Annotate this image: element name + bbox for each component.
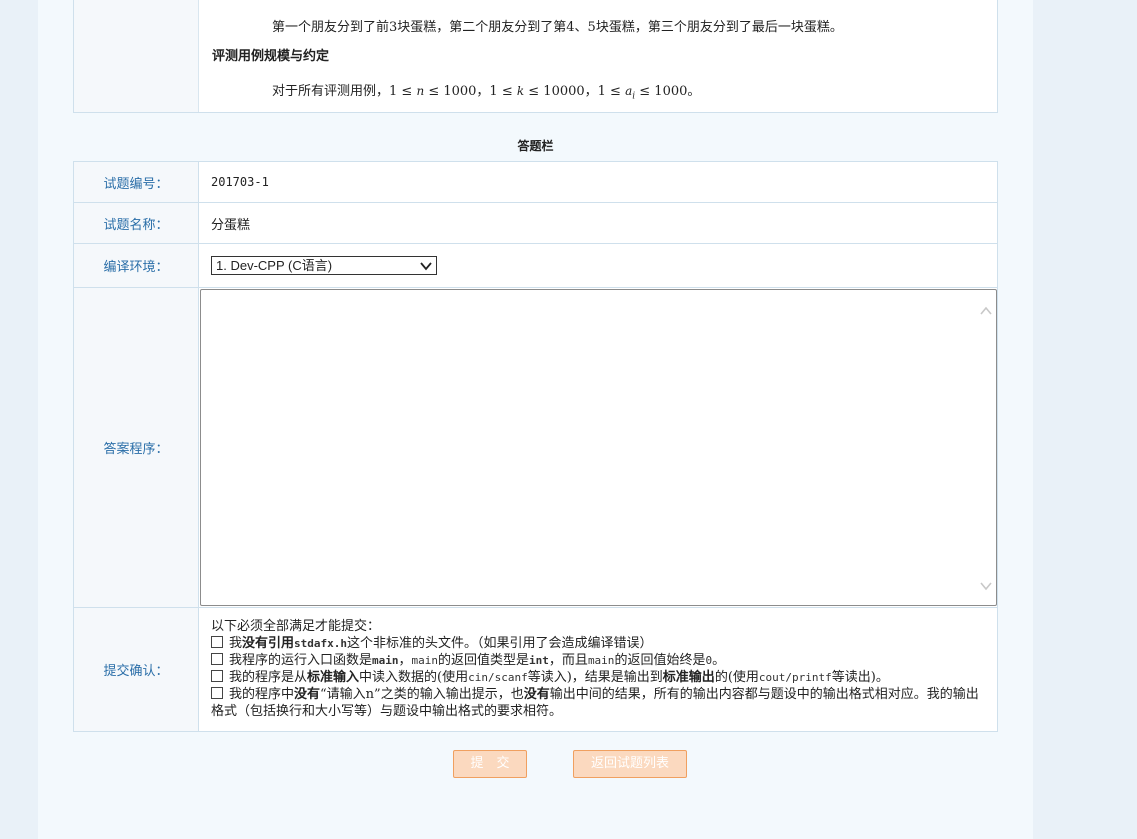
c2-t10: 。: [712, 653, 726, 668]
c2-t3: main: [411, 654, 439, 667]
c4-t3: 没有: [523, 687, 550, 702]
scroll-down-icon[interactable]: [980, 581, 992, 591]
confirm-list: 以下必须全部满足才能提交： 我没有引用stdafx.h这个非标准的头文件。（如果…: [199, 608, 997, 720]
scale-prefix: 对于所有评测用例，: [272, 84, 390, 99]
c2-t1: main: [372, 654, 399, 667]
compiler-label: 编译环境：: [73, 243, 199, 288]
c3-t0: 我的程序是从: [229, 670, 308, 685]
confirm-item-1: 我没有引用stdafx.h这个非标准的头文件。（如果引用了会造成编译错误）: [211, 635, 985, 652]
row-problem-id: 试题编号： 201703-1: [73, 161, 998, 203]
c1-t1: 没有引用: [242, 636, 295, 651]
confirm-cell: 以下必须全部满足才能提交： 我没有引用stdafx.h这个非标准的头文件。（如果…: [198, 607, 998, 732]
submit-button[interactable]: 提 交: [453, 750, 527, 778]
row-compiler: 编译环境： 1. Dev-CPP (C语言): [73, 243, 998, 288]
problem-id-label: 试题编号：: [73, 161, 199, 203]
c3-t8: 等读出)。: [831, 670, 889, 685]
c2-t0: 我程序的运行入口函数是: [229, 653, 373, 668]
c3-t6: 的(使用: [714, 670, 759, 685]
c4-t0: 我的程序中: [229, 687, 295, 702]
checkbox-std-io[interactable]: [211, 670, 223, 682]
c1-t0: 我: [229, 636, 243, 651]
code-label: 答案程序：: [73, 287, 199, 608]
compiler-selected: 1. Dev-CPP (C语言): [216, 258, 333, 273]
scale-text: 对于所有评测用例，1 ≤ n ≤ 1000，1 ≤ k ≤ 10000，1 ≤ …: [272, 80, 700, 102]
back-to-list-button[interactable]: 返回试题列表: [573, 750, 687, 778]
c1-t2: stdafx.h: [294, 637, 348, 650]
confirm-item-2: 我程序的运行入口函数是main，main的返回值类型是int，而且main的返回…: [211, 652, 985, 669]
scroll-up-icon[interactable]: [980, 306, 992, 316]
compiler-select[interactable]: 1. Dev-CPP (C语言): [211, 256, 437, 275]
c2-t4: 的返回值类型是: [438, 653, 530, 668]
scale-c2: ≤ 1000，1 ≤: [424, 84, 517, 99]
answer-section-title: 答题栏: [517, 139, 554, 153]
c4-t2: “请输入n”之类的输入输出提示，也: [320, 687, 524, 702]
checkbox-no-stdafx[interactable]: [211, 636, 223, 648]
scale-heading: 评测用例规模与约定: [212, 49, 330, 64]
c3-t1: 标准输入: [307, 670, 360, 685]
scale-c3: ≤ 10000，1 ≤: [524, 84, 626, 99]
problem-name-label: 试题名称：: [73, 202, 199, 244]
c4-t1: 没有: [294, 687, 321, 702]
c3-t7: cout/printf: [758, 671, 832, 684]
c3-t5: 标准输出: [662, 670, 715, 685]
confirm-item-3: 我的程序是从标准输入中读入数据的(使用cin/scanf等读入)，结果是输出到标…: [211, 669, 985, 686]
c2-t8: 的返回值始终是: [614, 653, 706, 668]
example-explanation: 第一个朋友分到了前3块蛋糕，第二个朋友分到了第4、5块蛋糕，第三个朋友分到了最后…: [272, 20, 843, 35]
answer-form: 试题编号： 201703-1 试题名称： 分蛋糕 编译环境： 1. Dev-CP…: [73, 161, 998, 732]
chevron-down-icon: [420, 262, 432, 271]
code-cell: [198, 287, 998, 608]
scale-c4: ≤ 1000。: [635, 84, 701, 99]
desc-content: 第一个朋友分到了前3块蛋糕，第二个朋友分到了第4、5块蛋糕，第三个朋友分到了最后…: [200, 0, 997, 112]
desc-label-column: [74, 0, 199, 112]
problem-id-value: 201703-1: [198, 161, 998, 203]
row-problem-name: 试题名称： 分蛋糕: [73, 202, 998, 244]
confirm-item-4: 我的程序中没有“请输入n”之类的输入输出提示，也没有输出中间的结果，所有的输出内…: [211, 686, 985, 720]
page-panel: 第一个朋友分到了前3块蛋糕，第二个朋友分到了第4、5块蛋糕，第三个朋友分到了最后…: [38, 0, 1033, 839]
c3-t4: 等读入)，结果是输出到: [527, 670, 663, 685]
checkbox-main-entry[interactable]: [211, 653, 223, 665]
confirm-label: 提交确认：: [73, 607, 199, 732]
c3-t2: 中读入数据的(使用: [359, 670, 469, 685]
code-textarea[interactable]: [200, 289, 997, 606]
problem-description: 第一个朋友分到了前3块蛋糕，第二个朋友分到了第4、5块蛋糕，第三个朋友分到了最后…: [73, 0, 998, 113]
row-confirm: 提交确认： 以下必须全部满足才能提交： 我没有引用stdafx.h这个非标准的头…: [73, 607, 998, 732]
scale-c1: 1 ≤: [389, 84, 417, 99]
c2-t2: ，: [398, 653, 412, 668]
row-code: 答案程序：: [73, 287, 998, 608]
c2-t7: main: [587, 654, 615, 667]
c1-t3: 这个非标准的头文件。（如果引用了会造成编译错误）: [347, 636, 653, 651]
c2-t5: int: [529, 654, 549, 667]
c3-t3: cin/scanf: [468, 671, 528, 684]
c2-t6: ，而且: [548, 653, 588, 668]
confirm-intro: 以下必须全部满足才能提交：: [211, 619, 381, 634]
compiler-cell: 1. Dev-CPP (C语言): [198, 243, 998, 288]
checkbox-no-prompts[interactable]: [211, 687, 223, 699]
problem-name-value: 分蛋糕: [198, 202, 998, 244]
